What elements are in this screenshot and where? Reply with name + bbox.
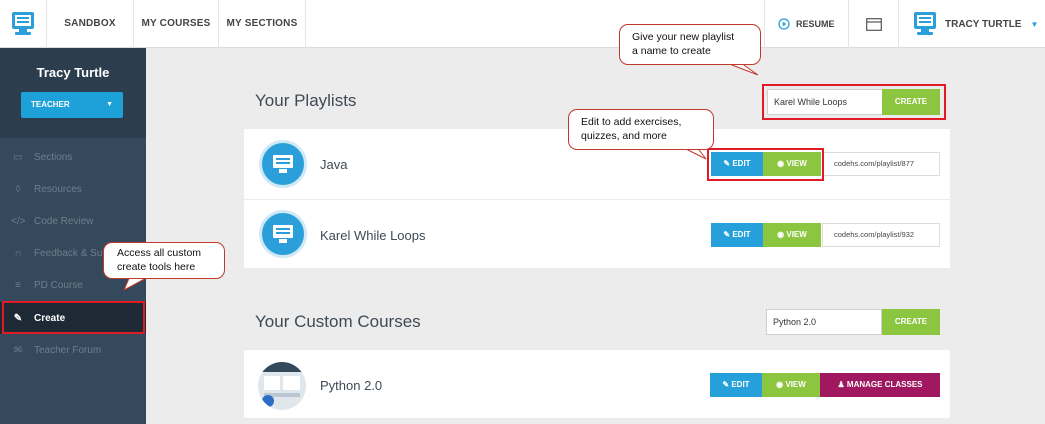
resume-label: RESUME <box>796 19 835 29</box>
resume-button[interactable]: RESUME <box>764 0 848 48</box>
chalkboard-icon: ≡ <box>15 279 21 291</box>
manage-label: MANAGE CLASSES <box>846 380 923 389</box>
chevron-down-icon: ▼ <box>1030 19 1039 29</box>
callout-line: Access all custom <box>117 247 202 259</box>
playlist-monitor-icon <box>259 140 307 188</box>
chat-icon: ✉ <box>13 344 23 356</box>
edit-playlist-button[interactable]: ✎ EDIT <box>711 223 763 247</box>
nav-my-courses[interactable]: MY COURSES <box>133 0 218 48</box>
view-course-button[interactable]: ◉ VIEW <box>762 373 820 397</box>
edit-view-highlight <box>707 148 824 181</box>
view-label: VIEW <box>785 380 806 389</box>
headset-icon: ∩ <box>14 247 22 259</box>
create-playlist-callout: Give your new playlist a name to create <box>619 24 761 65</box>
edit-course-button[interactable]: ✎ EDIT <box>710 373 762 397</box>
sidebar-item-label: Resources <box>34 183 82 195</box>
edit-label: EDIT <box>731 380 750 389</box>
play-circle-icon <box>778 18 790 30</box>
sidebar-item-label: Code Review <box>34 215 94 227</box>
sidebar-item-resources[interactable]: ◊ Resources <box>0 173 146 205</box>
codehs-logo[interactable] <box>0 0 46 48</box>
create-highlight-box <box>2 301 145 334</box>
playlist-name: Java <box>320 157 348 172</box>
role-label: TEACHER <box>31 100 70 109</box>
sidebar: Tracy Turtle TEACHER ▼ ▭ Sections ◊ Reso… <box>0 48 146 424</box>
edit-label: EDIT <box>732 230 751 239</box>
sidebar-item-label: Sections <box>34 151 73 163</box>
create-course-button[interactable]: CREATE <box>882 309 940 335</box>
sidebar-create-callout: Access all custom create tools here <box>103 242 225 279</box>
sidebar-item-code-review[interactable]: </> Code Review <box>0 205 146 237</box>
callout-line: Give your new playlist <box>632 31 735 43</box>
nav-my-sections[interactable]: MY SECTIONS <box>218 0 306 48</box>
code-icon: </> <box>11 215 26 227</box>
course-thumbnail <box>258 362 306 410</box>
manage-classes-button[interactable]: ♟ MANAGE CLASSES <box>820 373 940 397</box>
view-playlist-button[interactable]: ◉ VIEW <box>763 223 821 247</box>
caret-down-icon: ▼ <box>106 101 113 108</box>
sidebar-item-label: Feedback & Su <box>34 247 103 259</box>
course-name: Python 2.0 <box>320 378 383 393</box>
sidebar-item-label: PD Course <box>34 279 83 291</box>
sidebar-user-name: Tracy Turtle <box>36 65 110 80</box>
custom-courses-title: Your Custom Courses <box>255 312 421 331</box>
callout-line: Edit to add exercises, <box>581 116 682 128</box>
playlists-title: Your Playlists <box>255 91 357 110</box>
view-label: VIEW <box>786 230 807 239</box>
callout-line: quizzes, and more <box>581 130 667 142</box>
course-name-input[interactable]: Python 2.0 <box>766 309 882 335</box>
user-avatar-icon <box>914 12 936 35</box>
playlist-url[interactable]: codehs.com/playlist/877 <box>822 152 940 176</box>
playlist-name: Karel While Loops <box>320 228 426 243</box>
user-name: TRACY TURTLE <box>945 18 1022 30</box>
course-card: Python 2.0 ✎ EDIT ◉ VIEW ♟ MANAGE CLASSE… <box>244 350 950 418</box>
monitor-icon: ▭ <box>13 151 23 163</box>
shield-icon: ◊ <box>15 183 21 195</box>
nav-sandbox[interactable]: SANDBOX <box>46 0 133 48</box>
sidebar-item-create[interactable]: ✎ Create <box>0 301 146 334</box>
top-navbar: SANDBOX MY COURSES MY SECTIONS RESUME TR… <box>0 0 1045 48</box>
sidebar-item-sections[interactable]: ▭ Sections <box>0 141 146 173</box>
monitor-logo-icon <box>12 12 34 35</box>
callout-line: create tools here <box>117 261 196 273</box>
playlist-monitor-icon <box>259 210 307 258</box>
sidebar-header: Tracy Turtle TEACHER ▼ <box>0 48 146 138</box>
sidebar-item-teacher-forum[interactable]: ✉ Teacher Forum <box>0 334 146 366</box>
window-button[interactable] <box>848 0 898 48</box>
sidebar-item-label: Teacher Forum <box>34 344 102 356</box>
playlist-url[interactable]: codehs.com/playlist/932 <box>822 223 940 247</box>
edit-playlist-callout: Edit to add exercises, quizzes, and more <box>568 109 714 150</box>
window-icon <box>865 17 882 31</box>
playlist-card: Karel While Loops ✎ EDIT ◉ VIEW codehs.c… <box>244 200 950 268</box>
create-playlist-highlight <box>762 84 946 120</box>
role-dropdown[interactable]: TEACHER ▼ <box>21 92 123 118</box>
user-menu[interactable]: TRACY TURTLE ▼ <box>898 0 1045 48</box>
callout-line: a name to create <box>632 45 711 57</box>
